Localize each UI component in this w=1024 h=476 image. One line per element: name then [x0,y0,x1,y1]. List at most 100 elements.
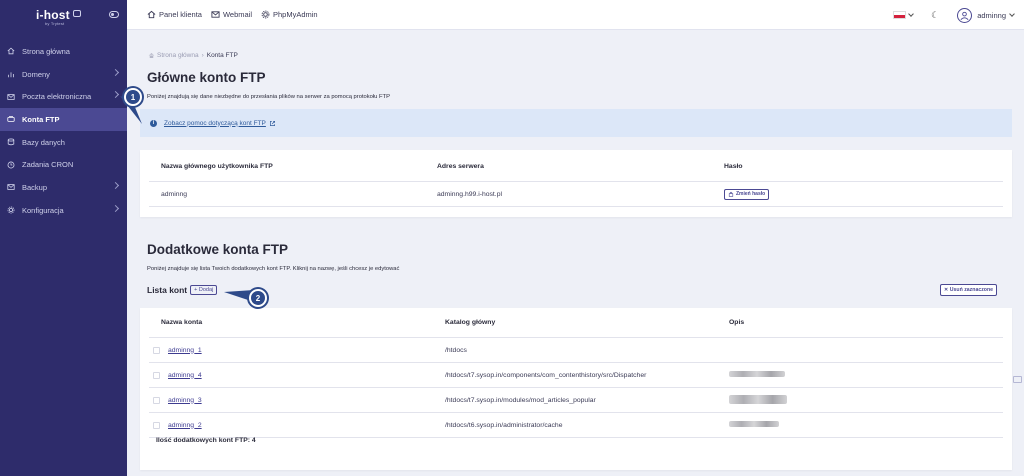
account-name-link[interactable]: adminng_4 [168,372,202,379]
user-name[interactable]: adminng [977,11,1006,20]
step-marker-2: 2 [249,289,267,307]
sidebar-item-mail[interactable]: Poczta elektroniczna [0,85,127,108]
logo-row: i-host by Trytest [0,0,127,30]
main-content: Strona główna › Konta FTP Główne konto F… [127,30,1024,476]
account-name-link[interactable]: adminng_2 [168,422,202,429]
add-account-button[interactable]: + Dodaj [190,285,218,295]
delete-selected-button[interactable]: ✕ Usuń zaznaczone [940,284,998,296]
sidebar-item-label: Backup [22,182,48,192]
mail-side-icon[interactable] [1013,376,1022,383]
ftp-server: adminng.h99.i-host.pl [437,190,502,198]
lock-icon [728,191,734,197]
row-checkbox[interactable] [153,346,160,354]
row-checkbox[interactable] [153,421,160,429]
accounts-card: Nazwa konta Katalog główny Opis adminng_… [140,308,1012,470]
change-password-button[interactable]: Zmień hasło [724,188,770,200]
ftp-username: adminng [161,190,188,198]
header-username: Nazwa głównego użytkownika FTP [161,163,273,170]
table-row: adminng_2 /htdocs/t6.sysop.in/administra… [149,413,1003,438]
breadcrumb-current: Konta FTP [206,52,238,59]
table-header: Nazwa głównego użytkownika FTP Adres ser… [149,152,1003,182]
avatar[interactable] [957,7,973,23]
table-row: adminng_3 /htdocs/t7.sysop.in/modules/mo… [149,388,1003,413]
home-icon [7,47,15,55]
accounts-count: Ilość dodatkowych kont FTP: 4 [156,437,256,444]
row-checkbox[interactable] [153,371,160,379]
chevron-right-icon [111,182,120,190]
header-account-name: Nazwa konta [161,319,203,326]
accounts-table: Nazwa konta Katalog główny Opis adminng_… [149,308,1003,444]
additional-accounts-description: Poniżej znajduje się lista Twoich dodatk… [147,266,400,272]
sidebar-item-label: Poczta elektroniczna [22,92,92,102]
sidebar-item-domains[interactable]: Domeny [0,63,127,86]
header-server: Adres serwera [437,163,484,170]
webmail-link[interactable]: Webmail [211,10,252,19]
sidebar-item-databases[interactable]: Bazy danych [0,131,127,154]
account-name-link[interactable]: adminng_1 [168,347,202,354]
sidebar-item-label: Bazy danych [22,137,65,147]
gear-icon [261,10,270,19]
sidebar-item-backup[interactable]: Backup [0,176,127,199]
table-row: adminng_4 /htdocs/t7.sysop.in/components… [149,363,1003,388]
blurred-description [729,421,779,427]
sidebar-item-label: Strona główna [22,46,70,56]
account-root-dir: /htdocs/t7.sysop.in/modules/mod_articles… [445,396,596,404]
chevron-down-icon[interactable] [908,11,914,17]
step-marker-1: 1 [124,88,142,106]
sidebar-nav: Strona główna Domeny Poczta elektroniczn… [0,40,127,222]
table-row: adminng adminng.h99.i-host.pl Zmień hasł… [149,182,1003,207]
sidebar-item-config[interactable]: Konfiguracja [0,199,127,222]
sidebar-item-home[interactable]: Strona główna [0,40,127,63]
help-info-box: i Zobacz pomoc dotyczącą kont FTP [140,109,1012,137]
main-account-card: Nazwa głównego użytkownika FTP Adres ser… [140,150,1012,217]
phpmyadmin-link-label: PhpMyAdmin [273,10,318,19]
logo-subtitle: by Trytest [45,21,65,26]
table-row: adminng_1 /htdocs [149,338,1003,363]
phpmyadmin-link[interactable]: PhpMyAdmin [261,10,318,19]
logo-shield-icon [72,10,81,17]
sidebar-item-label: Domeny [22,69,50,79]
blurred-description [729,371,785,377]
header-password: Hasło [724,163,743,170]
moon-icon[interactable]: ☾ [931,10,939,21]
ftp-icon [7,115,15,123]
table-header: Nazwa konta Katalog główny Opis [149,308,1003,338]
topbar: Panel klienta Webmail PhpMyAdmin ☾ admin… [127,0,1024,30]
external-link-icon[interactable] [269,120,276,127]
database-icon [7,138,15,146]
help-link[interactable]: Zobacz pomoc dotyczącą kont FTP [164,120,266,127]
account-root-dir: /htdocs/t6.sysop.in/administrator/cache [445,421,563,429]
home-icon [148,53,155,58]
account-name-link[interactable]: adminng_3 [168,397,202,404]
topbar-right: ☾ adminng [893,0,1015,30]
main-account-table: Nazwa głównego użytkownika FTP Adres ser… [149,152,1003,207]
sidebar: i-host by Trytest Strona główna Domeny Po… [0,0,127,476]
breadcrumb-root[interactable]: Strona główna [157,52,199,59]
mail-icon [7,93,15,101]
main-account-description: Poniżej znajdują się dane niezbędne do p… [147,94,390,100]
sidebar-item-ftp[interactable]: Konta FTP [0,108,127,131]
panel-link[interactable]: Panel klienta [147,10,202,19]
breadcrumb: Strona główna › Konta FTP [148,52,238,59]
sidebar-item-cron[interactable]: Zadania CRON [0,153,127,176]
chevron-right-icon [111,204,120,212]
chevron-down-icon[interactable] [1009,11,1015,17]
logo[interactable]: i-host by Trytest [36,8,81,26]
backup-icon [7,183,15,191]
header-description: Opis [729,319,745,326]
account-root-dir: /htdocs/t7.sysop.in/components/com_conte… [445,371,647,379]
gear-icon [7,206,15,214]
panel-link-label: Panel klienta [159,10,202,19]
row-checkbox[interactable] [153,396,160,404]
webmail-link-label: Webmail [222,10,252,19]
mail-icon [211,11,220,18]
home-icon [147,10,156,19]
accounts-list-title: Lista kont + Dodaj [147,285,218,295]
breadcrumb-separator: › [201,52,204,59]
blurred-description [729,394,787,404]
chart-icon [7,70,15,78]
language-flag-icon[interactable] [893,11,907,19]
sidebar-toggle-icon[interactable] [109,11,119,18]
additional-accounts-title: Dodatkowe konta FTP [147,242,289,257]
header-root-dir: Katalog główny [445,319,496,326]
